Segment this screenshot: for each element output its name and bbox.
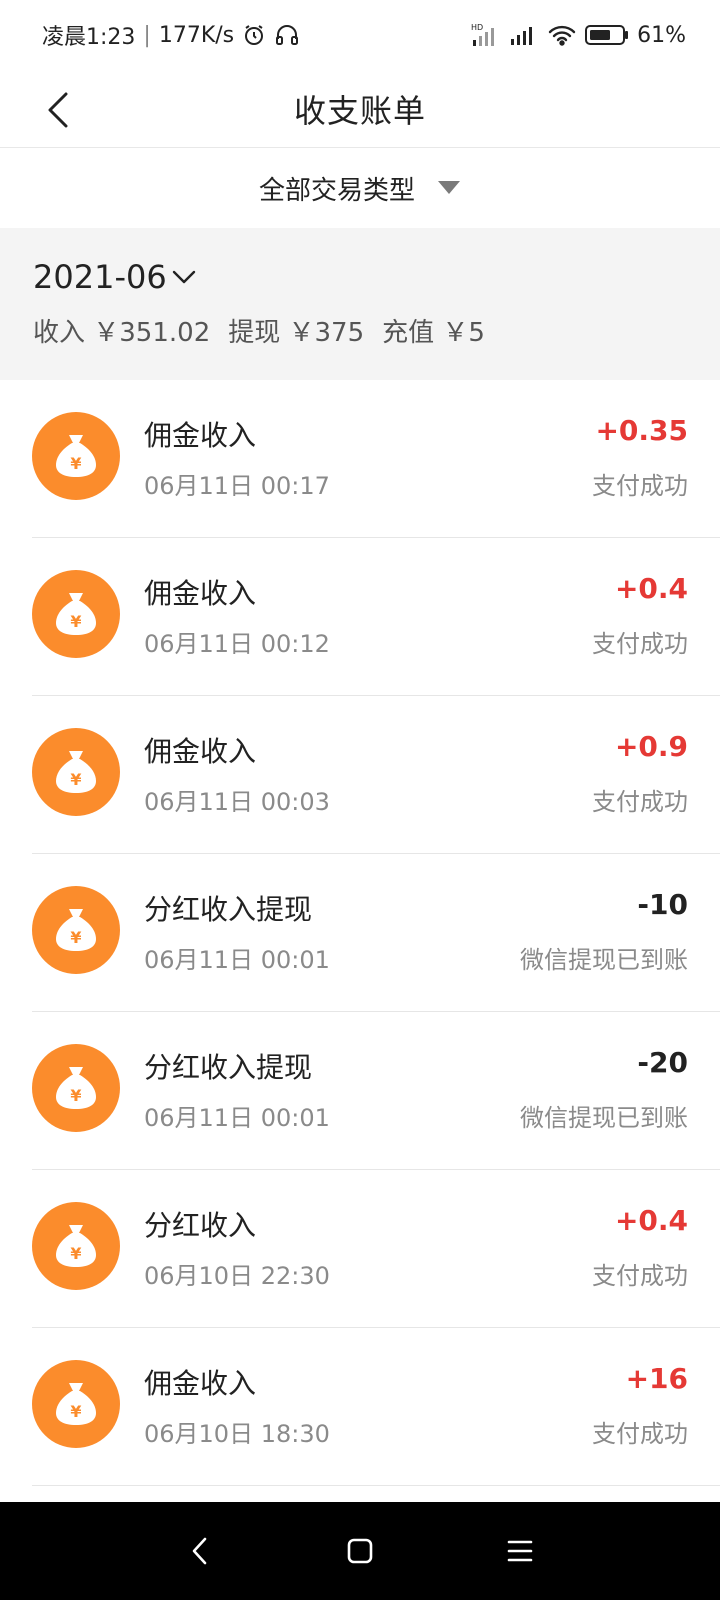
transaction-status: 支付成功 bbox=[592, 1262, 688, 1290]
transaction-title: 分红收入 bbox=[144, 1209, 257, 1242]
transaction-status: 微信提现已到账 bbox=[520, 946, 688, 974]
transaction-status: 支付成功 bbox=[592, 788, 688, 816]
transaction-amount: +0.4 bbox=[614, 572, 688, 605]
transaction-amount: +0.4 bbox=[614, 1204, 688, 1237]
transaction-title: 佣金收入 bbox=[144, 419, 257, 452]
month-selector[interactable]: 2021-06 bbox=[33, 258, 197, 296]
chevron-down-icon bbox=[171, 267, 197, 287]
nav-back-button[interactable] bbox=[170, 1521, 230, 1581]
transaction-item[interactable]: ¥ 佣金收入 06月11日 00:17 +0.35 支付成功 bbox=[32, 380, 720, 538]
month-summary: 2021-06 收入 ￥351.02 提现 ￥375 充值 ￥5 bbox=[0, 228, 720, 380]
money-bag-icon: ¥ bbox=[32, 570, 120, 658]
app-bar: 收支账单 bbox=[0, 70, 720, 148]
transaction-date: 06月10日 22:30 bbox=[144, 1262, 330, 1290]
transaction-title: 佣金收入 bbox=[144, 577, 257, 610]
nav-menu-button[interactable] bbox=[490, 1521, 550, 1581]
svg-text:¥: ¥ bbox=[70, 770, 81, 789]
svg-text:¥: ¥ bbox=[70, 612, 81, 631]
hd-signal-icon: HD bbox=[471, 22, 501, 48]
summary-totals: 收入 ￥351.02 提现 ￥375 充值 ￥5 bbox=[33, 312, 687, 349]
status-right: HD 61% bbox=[471, 22, 686, 48]
income-total: 收入 ￥351.02 bbox=[33, 318, 211, 348]
transaction-date: 06月11日 00:12 bbox=[144, 630, 330, 658]
money-bag-icon: ¥ bbox=[32, 412, 120, 500]
transaction-item[interactable]: ¥ 分红收入提现 06月11日 00:01 -10 微信提现已到账 bbox=[32, 854, 720, 1012]
transaction-date: 06月11日 00:03 bbox=[144, 788, 330, 816]
status-separator: | bbox=[143, 22, 151, 48]
cell-signal-icon bbox=[509, 23, 539, 47]
status-left: 凌晨1:23 | 177K/s bbox=[42, 19, 300, 51]
battery-percent: 61% bbox=[637, 22, 686, 48]
transaction-item[interactable]: ¥ 分红收入 06月10日 22:30 +0.4 支付成功 bbox=[32, 1170, 720, 1328]
transaction-date: 06月11日 00:01 bbox=[144, 1104, 330, 1132]
status-bar: 凌晨1:23 | 177K/s HD 61% bbox=[0, 0, 720, 70]
wifi-icon bbox=[547, 23, 577, 47]
svg-text:¥: ¥ bbox=[70, 1086, 81, 1105]
nav-home-button[interactable] bbox=[330, 1521, 390, 1581]
alarm-clock-icon bbox=[242, 23, 266, 47]
page-title: 收支账单 bbox=[293, 91, 426, 130]
transaction-list: ¥ 佣金收入 06月11日 00:17 +0.35 支付成功 ¥ 佣金收入 06… bbox=[0, 380, 720, 1486]
chevron-left-icon bbox=[48, 92, 68, 128]
system-nav-bar bbox=[0, 1502, 720, 1600]
svg-text:¥: ¥ bbox=[70, 1402, 81, 1421]
money-bag-icon: ¥ bbox=[32, 1044, 120, 1132]
transaction-amount: +0.9 bbox=[614, 730, 688, 763]
money-bag-icon: ¥ bbox=[32, 1360, 120, 1448]
svg-text:¥: ¥ bbox=[70, 928, 81, 947]
transaction-amount: +0.35 bbox=[595, 414, 688, 447]
network-speed: 177K/s bbox=[158, 22, 235, 48]
back-button[interactable] bbox=[30, 82, 86, 138]
transaction-item[interactable]: ¥ 佣金收入 06月11日 00:03 +0.9 支付成功 bbox=[32, 696, 720, 854]
transaction-date: 06月10日 18:30 bbox=[144, 1420, 330, 1448]
transaction-status: 微信提现已到账 bbox=[520, 1104, 688, 1132]
svg-text:¥: ¥ bbox=[70, 454, 81, 473]
headset-icon bbox=[274, 23, 300, 47]
recharge-total: 充值 ￥5 bbox=[382, 318, 485, 348]
transaction-date: 06月11日 00:17 bbox=[144, 472, 330, 500]
transaction-amount: -20 bbox=[637, 1046, 688, 1079]
screen: 凌晨1:23 | 177K/s HD 61% 收支账单 全部交易类型 2021-… bbox=[0, 0, 720, 1600]
transaction-item[interactable]: ¥ 佣金收入 06月11日 00:12 +0.4 支付成功 bbox=[32, 538, 720, 696]
battery-icon bbox=[585, 24, 629, 46]
caret-down-icon bbox=[438, 181, 460, 194]
nav-back-icon bbox=[192, 1537, 207, 1565]
transaction-item[interactable]: ¥ 分红收入提现 06月11日 00:01 -20 微信提现已到账 bbox=[32, 1012, 720, 1170]
transaction-title: 佣金收入 bbox=[144, 1367, 257, 1400]
money-bag-icon: ¥ bbox=[32, 728, 120, 816]
money-bag-icon: ¥ bbox=[32, 1202, 120, 1290]
withdraw-total: 提现 ￥375 bbox=[228, 318, 365, 348]
transaction-amount: -10 bbox=[637, 888, 688, 921]
status-time: 凌晨1:23 bbox=[42, 25, 136, 50]
transaction-date: 06月11日 00:01 bbox=[144, 946, 330, 974]
nav-menu-icon bbox=[507, 1540, 533, 1562]
transaction-title: 分红收入提现 bbox=[144, 893, 313, 926]
transaction-status: 支付成功 bbox=[592, 630, 688, 658]
transaction-title: 佣金收入 bbox=[144, 735, 257, 768]
transaction-status: 支付成功 bbox=[592, 472, 688, 500]
month-label: 2021-06 bbox=[33, 258, 167, 296]
transaction-type-filter[interactable]: 全部交易类型 bbox=[0, 148, 720, 228]
nav-home-icon bbox=[347, 1538, 373, 1564]
money-bag-icon: ¥ bbox=[32, 886, 120, 974]
filter-label: 全部交易类型 bbox=[258, 175, 415, 206]
transaction-item[interactable]: ¥ 佣金收入 06月10日 18:30 +16 支付成功 bbox=[32, 1328, 720, 1486]
svg-text:HD: HD bbox=[471, 23, 483, 32]
transaction-title: 分红收入提现 bbox=[144, 1051, 313, 1084]
svg-text:¥: ¥ bbox=[70, 1244, 81, 1263]
transaction-amount: +16 bbox=[625, 1362, 688, 1395]
transaction-status: 支付成功 bbox=[592, 1420, 688, 1448]
